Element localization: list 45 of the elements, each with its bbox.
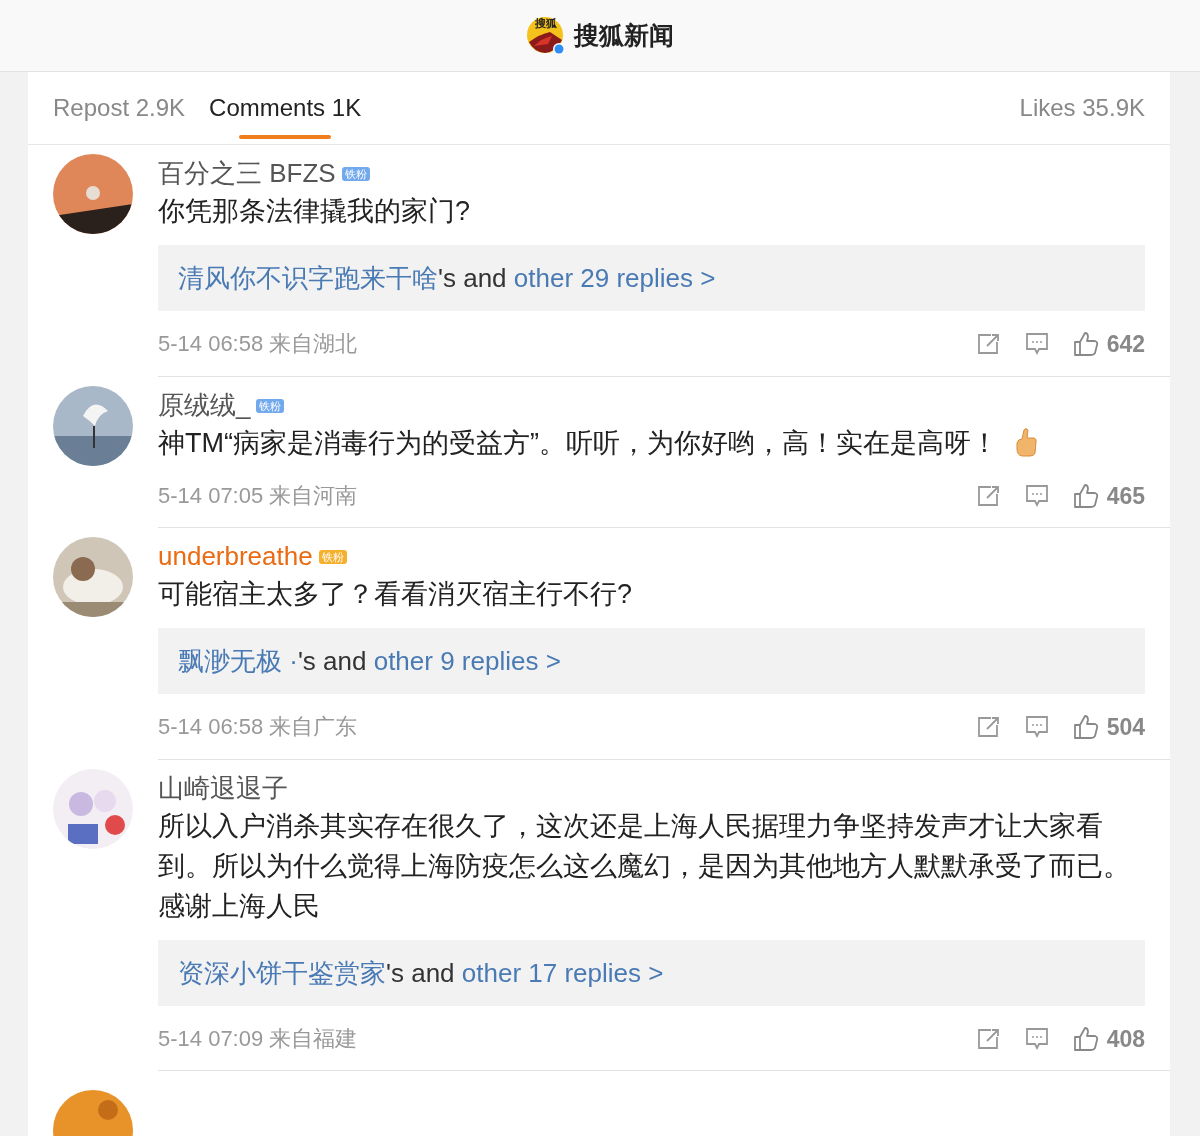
comment-icon[interactable] [1024, 332, 1049, 357]
reply-summary[interactable]: 清风你不识字跑来干啥's and other 29 replies > [158, 245, 1145, 311]
tab[interactable]: Likes 35.9K [1019, 71, 1145, 145]
like-button[interactable]: 504 [1072, 710, 1145, 745]
share-icon[interactable] [976, 1027, 1001, 1050]
comment-icon[interactable] [1024, 715, 1049, 740]
share-icon[interactable] [976, 716, 1001, 739]
comment-meta: 5-14 07:09 来自福建 [158, 1024, 358, 1053]
thumbs-up-icon [1072, 331, 1099, 358]
comment-text: 你凭那条法律撬我的家门? [158, 195, 471, 228]
comment-text: 可能宿主太多了？看看消灭宿主行不行? [158, 578, 633, 611]
fan-badge: 铁粉 [341, 167, 370, 181]
user-name[interactable]: 原绒绒_ [158, 389, 251, 420]
reply-summary[interactable]: 资深小饼干鉴赏家's and other 17 replies > [158, 939, 1145, 1006]
user-name[interactable]: 百分之三 BFZS [158, 158, 336, 188]
like-button[interactable]: 642 [1072, 327, 1145, 362]
comment-icon[interactable] [1024, 1026, 1049, 1051]
more-replies-link[interactable]: other 17 replies > [461, 957, 664, 988]
reply-summary[interactable]: 飘渺无极 ·'s and other 9 replies > [158, 628, 1145, 694]
tab[interactable]: Repost 2.9K [53, 71, 186, 145]
reply-author-link[interactable]: 清风你不识字跑来干啥 [178, 263, 438, 293]
comment-text: 所以入户消杀其实存在很久了，这次还是上海人民据理力争坚持发声才让大家看到。所以为什么觉得上海防疫怎么这么魔幻，是因为其他地方人默默承受了而已。感谢上海人民 [158, 809, 1131, 923]
app-title: 搜狐新闻 [574, 19, 674, 51]
more-replies-link[interactable]: other 29 replies > [513, 263, 716, 293]
sohu-logo: 搜狐 [526, 15, 566, 56]
more-replies-link[interactable]: other 9 replies > [373, 646, 561, 676]
comment-meta: 5-14 07:05 来自河南 [158, 481, 358, 510]
user-name[interactable]: underbreathe [158, 541, 313, 571]
comment-text: 神TM“病家是消毒行为的受益方”。听听，为你好哟，高！实在是高呀！ [158, 426, 998, 460]
share-icon[interactable] [976, 333, 1001, 356]
thumbs-up-icon [1072, 482, 1099, 509]
thumbs-up-icon [1072, 714, 1099, 741]
like-button[interactable]: 408 [1072, 1021, 1145, 1056]
reply-author-link[interactable]: 飘渺无极 · [178, 646, 298, 676]
tab[interactable]: Comments 1K [209, 71, 362, 145]
user-name[interactable]: 山崎退退子 [158, 772, 288, 803]
comment-meta: 5-14 06:58 来自广东 [158, 713, 358, 742]
reply-author-link[interactable]: 资深小饼干鉴赏家 [178, 957, 386, 988]
fan-badge: 铁粉 [256, 398, 285, 413]
fan-badge: 铁粉 [318, 550, 347, 564]
share-icon[interactable] [976, 484, 1001, 507]
like-button[interactable]: 465 [1072, 478, 1145, 513]
thumbs-up-icon [1072, 1025, 1099, 1052]
comment-meta: 5-14 06:58 来自湖北 [158, 330, 358, 359]
comment-icon[interactable] [1024, 483, 1049, 508]
